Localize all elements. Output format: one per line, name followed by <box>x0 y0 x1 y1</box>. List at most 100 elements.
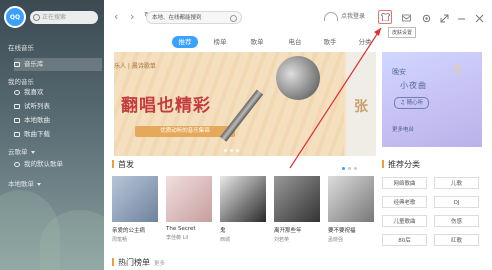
section-online-music: 在线音乐 <box>8 44 34 52</box>
shrink-icon <box>440 14 448 22</box>
tab-radio[interactable]: 电台 <box>284 36 306 48</box>
settings-button[interactable] <box>420 12 432 24</box>
minimize-icon <box>457 18 465 19</box>
search-icon <box>33 14 40 21</box>
banner-tag: 乐人 | 晨诗歌单 <box>114 63 156 70</box>
category-button[interactable]: 儿歌 <box>434 177 479 189</box>
music-library-icon <box>14 62 20 67</box>
search-icon <box>230 15 237 22</box>
album-artist: 李佳薇 Lil <box>166 235 189 241</box>
album-cover <box>112 176 158 222</box>
section-marker <box>112 258 114 266</box>
mail-icon <box>401 14 411 22</box>
main-search-input[interactable]: 本地、在线都能搜到 <box>146 11 242 24</box>
sidebar: QQ 正在搜索 在线音乐 音乐库 我的音乐 我喜欢 试听列表 本地歌曲 歌曲下载… <box>0 0 104 270</box>
login-button[interactable]: 点我登录 <box>324 10 365 24</box>
download-icon <box>14 132 20 137</box>
category-button[interactable]: DJ <box>434 196 479 208</box>
mini-mode-button[interactable] <box>438 12 450 24</box>
sidebar-item-trial-list[interactable]: 试听列表 <box>14 100 102 113</box>
computer-icon <box>14 118 20 123</box>
sidebar-item-music-library[interactable]: 音乐库 <box>14 58 102 71</box>
sidebar-item-label: 本地歌曲 <box>24 116 50 124</box>
album-card[interactable]: 亲爱的公主病 周笔畅 <box>112 176 158 243</box>
section-label: 首发 <box>118 160 134 169</box>
new-release-title: 首发 <box>112 159 134 170</box>
search-value: 本地、在线都能搜到 <box>152 15 202 21</box>
section-marker <box>382 160 384 168</box>
sidebar-item-local-songs[interactable]: 本地歌曲 <box>14 114 102 127</box>
pager-dot[interactable] <box>342 167 345 170</box>
headphones-icon <box>324 12 338 21</box>
tab-categories[interactable]: 分类 <box>354 36 376 48</box>
minimize-button[interactable] <box>455 12 467 24</box>
section-label: 热门榜单 <box>118 258 150 267</box>
card-line1: 晚安 <box>392 68 406 76</box>
sidebar-item-default-playlist[interactable]: 我的默认歌单 <box>14 158 102 171</box>
more-link[interactable]: 更多 <box>154 261 165 267</box>
back-button[interactable]: ‹ <box>114 11 118 22</box>
section-marker <box>112 160 114 168</box>
sidebar-item-downloads[interactable]: 歌曲下载 <box>14 128 102 141</box>
category-button[interactable]: 红歌 <box>434 234 479 246</box>
more-radio-link[interactable]: 更多电台 <box>392 125 414 133</box>
album-title: The Secret <box>166 226 196 232</box>
sidebar-item-favorites[interactable]: 我喜欢 <box>14 86 102 99</box>
album-card[interactable]: 离开那些年 刘若英 <box>274 176 320 243</box>
sidebar-item-label: 歌曲下载 <box>24 130 50 138</box>
heart-icon <box>14 90 20 95</box>
category-button[interactable]: 经典老歌 <box>382 196 427 208</box>
sidebar-item-label: 我的默认歌单 <box>24 160 63 168</box>
section-label: 云歌单 <box>8 148 28 156</box>
shirt-icon <box>380 13 390 21</box>
category-button[interactable]: 儿童歌曲 <box>382 215 427 227</box>
playlist-icon <box>14 162 20 167</box>
album-artist: 刘若英 <box>274 237 290 243</box>
banner-dot[interactable] <box>224 149 227 152</box>
sidebar-item-label: 试听列表 <box>24 102 50 110</box>
message-button[interactable] <box>400 12 412 24</box>
banner-dot[interactable] <box>230 149 233 152</box>
section-my-music: 我的音乐 <box>8 78 34 86</box>
tab-charts[interactable]: 榜单 <box>209 36 231 48</box>
category-button[interactable]: 80后 <box>382 234 427 246</box>
forward-button[interactable]: › <box>130 11 134 22</box>
new-release-pager <box>342 167 357 170</box>
category-button[interactable]: 伤感 <box>434 215 479 227</box>
night-radio-card[interactable]: ☾ 晚安 小夜曲 ♫ 随心听 更多电台 <box>382 52 482 147</box>
section-local-playlist[interactable]: 本地歌单 <box>8 178 41 188</box>
search-placeholder: 正在搜索 <box>42 14 67 21</box>
close-button[interactable] <box>473 12 485 24</box>
banner-side-text: 张 <box>354 99 368 115</box>
album-card[interactable]: 要不要祝福 孟晓强 <box>328 176 374 243</box>
skin-settings-button[interactable] <box>378 10 392 24</box>
tab-playlists[interactable]: 歌单 <box>246 36 268 48</box>
login-label: 点我登录 <box>341 13 366 20</box>
album-card[interactable]: 鬼 西城 <box>220 176 266 243</box>
random-listen-button[interactable]: ♫ 随心听 <box>394 97 430 109</box>
sidebar-search-input[interactable]: 正在搜索 <box>30 11 98 24</box>
banner-dot[interactable] <box>236 149 239 152</box>
section-label: 推荐分类 <box>388 160 420 169</box>
category-tabs: 推荐 榜单 歌单 电台 歌手 分类 <box>104 36 492 50</box>
album-cover <box>328 176 374 222</box>
tab-recommend[interactable]: 推荐 <box>172 36 198 48</box>
app-logo[interactable]: QQ <box>4 6 26 28</box>
tab-singers[interactable]: 歌手 <box>319 36 341 48</box>
album-title: 要不要祝福 <box>328 228 356 234</box>
album-artist: 周笔畅 <box>112 237 128 243</box>
promo-banner[interactable]: 乐人 | 晨诗歌单 翻唱也精彩 优质动听的音乐集锦 张 <box>114 52 376 156</box>
section-cloud-playlist[interactable]: 云歌单 <box>8 146 35 156</box>
album-title: 亲爱的公主病 <box>112 228 146 234</box>
album-cover <box>274 176 320 222</box>
album-artist: 西城 <box>220 237 231 243</box>
pager-dot[interactable] <box>354 167 357 170</box>
sidebar-item-label: 我喜欢 <box>24 88 44 96</box>
pager-dot[interactable] <box>348 167 351 170</box>
album-title: 离开那些年 <box>274 228 302 234</box>
hot-chart-title: 热门榜单 更多 <box>112 257 165 268</box>
chevron-down-icon <box>30 150 35 154</box>
category-button[interactable]: 网络歌曲 <box>382 177 427 189</box>
album-card[interactable]: The Secret 李佳薇 Lil <box>166 176 212 241</box>
album-cover <box>220 176 266 222</box>
